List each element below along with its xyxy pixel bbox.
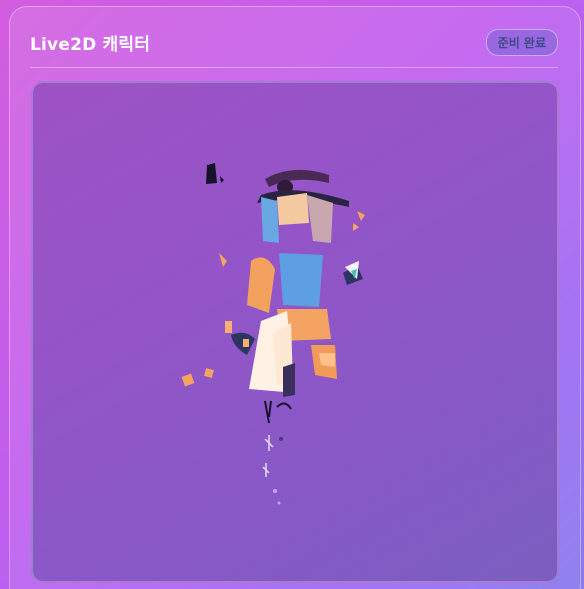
live2d-canvas[interactable] [33, 83, 557, 581]
live2d-panel: Live2D 캐릭터 준비 완료 [9, 6, 581, 589]
panel-title: Live2D 캐릭터 [30, 34, 151, 55]
status-badge: 준비 완료 [485, 28, 558, 56]
character-icon [181, 163, 365, 505]
panel-header: Live2D 캐릭터 준비 완료 [30, 25, 558, 68]
live2d-stage[interactable] [31, 81, 559, 583]
